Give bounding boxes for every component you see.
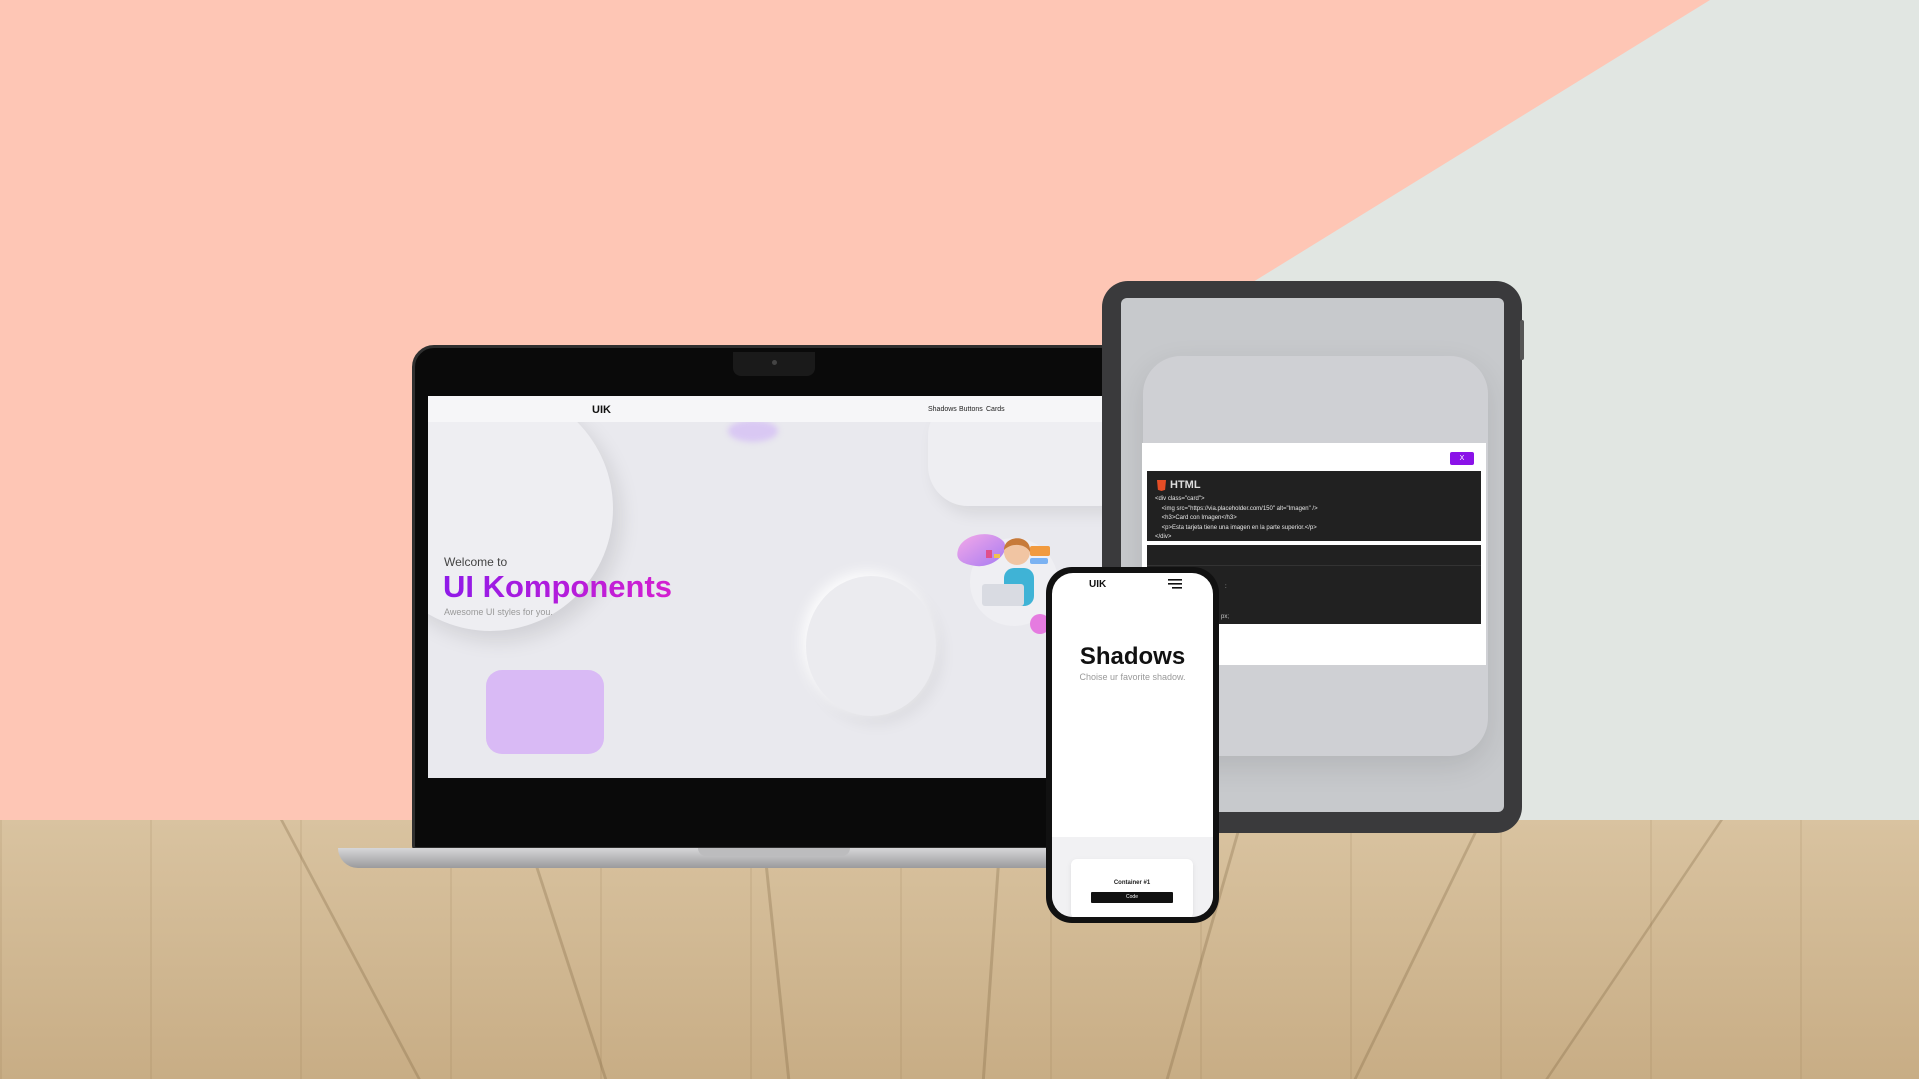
nav-link-shadows[interactable]: Shadows <box>928 406 957 413</box>
html-code-panel: HTML <div class="card"> <img src="https:… <box>1147 471 1481 541</box>
hero-welcome-text: Welcome to <box>444 555 508 569</box>
nav-link-buttons[interactable]: Buttons <box>959 406 983 413</box>
hamburger-menu-icon[interactable] <box>1168 579 1182 589</box>
phone-screen: UIK Shadows Choise ur favorite shadow. C… <box>1052 573 1213 917</box>
html-panel-title: HTML <box>1170 479 1201 491</box>
site-navbar: UIK Shadows Buttons Cards <box>428 396 1121 422</box>
code-line: px; <box>1221 614 1230 620</box>
code-button[interactable]: Code <box>1091 892 1173 903</box>
code-line: <h3>Card con Imagen</h3> <box>1155 515 1237 521</box>
camera-icon <box>772 360 777 365</box>
decorative-circle <box>806 576 936 716</box>
laptop-base-notch <box>698 848 850 856</box>
container-card: Container #1 Code <box>1071 859 1193 917</box>
code-line: <div class="card"> <box>1155 496 1205 502</box>
tablet-side-button <box>1520 320 1524 360</box>
panel-divider <box>1147 565 1481 566</box>
demo-shadow-square <box>486 670 604 754</box>
code-line: <p>Esta tarjeta tiene una imagen en la p… <box>1155 525 1317 531</box>
site-logo[interactable]: UIK <box>1089 579 1106 590</box>
container-card-title: Container #1 <box>1113 880 1151 886</box>
hero-subtitle: Awesome UI styles for you. <box>444 607 553 617</box>
close-button[interactable]: X <box>1450 452 1474 465</box>
nav-link-cards[interactable]: Cards <box>986 406 1005 413</box>
laptop-screen: UIK Shadows Buttons Cards Welcome to UI … <box>428 396 1121 778</box>
hero-title: UI Komponents <box>443 569 673 604</box>
decorative-blob <box>728 420 778 442</box>
code-line: : <box>1225 584 1227 590</box>
code-line: </div> <box>1155 534 1172 540</box>
page-title: Shadows <box>1079 643 1186 670</box>
code-line: <img src="https://via.placeholder.com/15… <box>1155 506 1318 512</box>
page-subtitle: Choise ur favorite shadow. <box>1079 672 1186 682</box>
site-logo[interactable]: UIK <box>592 404 611 416</box>
html5-icon <box>1157 480 1166 491</box>
